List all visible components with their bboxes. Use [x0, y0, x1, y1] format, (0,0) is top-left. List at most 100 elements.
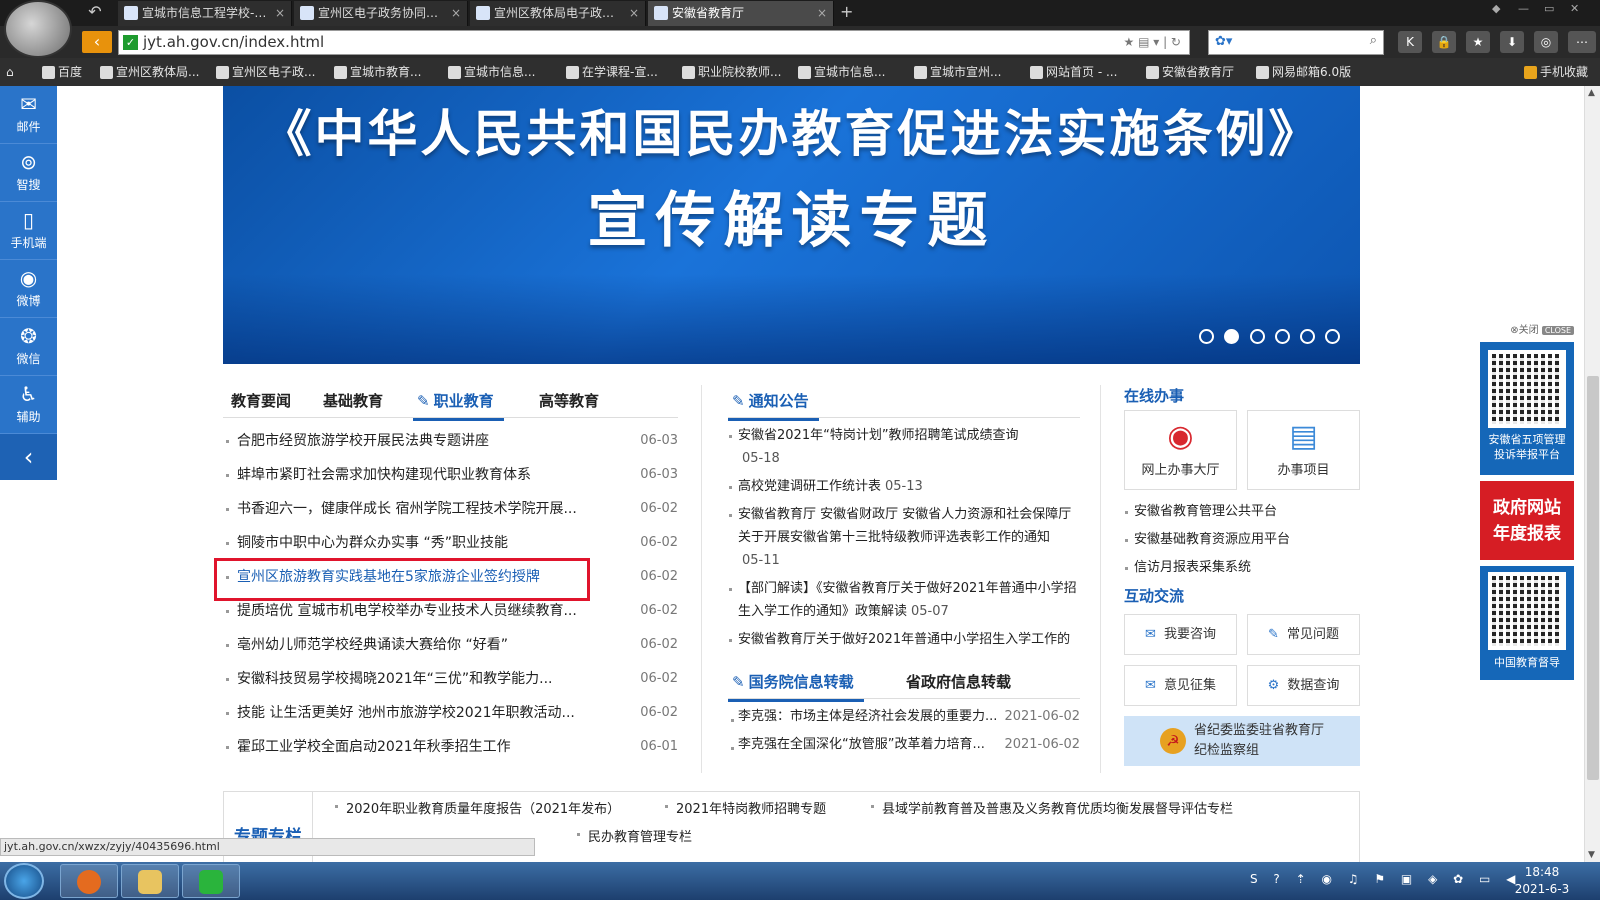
mobile-favorites[interactable]: 手机收藏 — [1522, 58, 1588, 86]
skin-icon[interactable]: ◆ — [1492, 2, 1500, 15]
news-item[interactable]: 蚌埠市紧盯社会需求加快构建现代职业教育体系 06-03 — [223, 458, 678, 492]
tab-vocational-education[interactable]: ✎ 职业教育 — [413, 390, 504, 421]
bookmark-item[interactable]: 宣城市信息... — [796, 58, 885, 86]
tab-xuancheng-info-school[interactable]: 宣城市信息工程学校-… × — [118, 1, 292, 26]
complaint-platform-qr[interactable]: 安徽省五项管理 投诉举报平台 — [1480, 342, 1574, 475]
scroll-up-icon[interactable]: ▲ — [1588, 88, 1595, 98]
sidebar-item-accessibility[interactable]: ♿ 辅助 — [0, 376, 57, 434]
bookmark-item[interactable]: 宣城市信息... — [446, 58, 535, 86]
lock-icon[interactable]: 🔒 — [1432, 31, 1456, 53]
sidebar-collapse-button[interactable]: ‹ — [0, 434, 57, 480]
discipline-inspection-link[interactable]: ☭ 省纪委监委驻省教育厅 纪检监察组 — [1124, 716, 1360, 766]
tab-anhui-edu[interactable]: 安徽省教育厅 × — [648, 1, 834, 26]
bookmark-item[interactable]: 宣城市宣州... — [912, 58, 1001, 86]
news-item[interactable]: 铜陵市中职中心为群众办实事 “秀”职业技能 06-02 — [223, 526, 678, 560]
news-item[interactable]: 合肥市经贸旅游学校开展民法典专题讲座 06-03 — [223, 424, 678, 458]
home-icon[interactable]: ⌂ — [6, 58, 14, 86]
special-topic-link[interactable]: 2020年职业教育质量年度报告（2021年发布） — [334, 798, 620, 817]
taskbar-explorer[interactable] — [121, 864, 179, 898]
tab-higher-education[interactable]: 高等教育 — [539, 390, 599, 411]
search-input[interactable]: ✿▾ ⌕ — [1208, 30, 1384, 55]
scroll-down-icon[interactable]: ▼ — [1588, 850, 1595, 860]
education-supervision-qr[interactable]: 中国教育督导 — [1480, 566, 1574, 680]
page-scrollbar[interactable]: ▲ ▼ — [1584, 86, 1600, 862]
tab-state-council[interactable]: ✎ 国务院信息转载 — [728, 671, 864, 702]
carousel-dot[interactable] — [1199, 329, 1215, 344]
panel-close-button[interactable]: ⊗关闭 CLOSE — [1480, 324, 1574, 338]
sidebar-item-weibo[interactable]: ◉ 微博 — [0, 260, 57, 318]
tab-close-icon[interactable]: × — [629, 1, 639, 25]
menu-icon[interactable]: ⋯ — [1568, 31, 1596, 53]
new-tab-button[interactable]: + — [840, 2, 853, 21]
bookmark-item[interactable]: 安徽省教育厅 — [1144, 58, 1234, 86]
close-window-icon[interactable]: ✕ — [1570, 2, 1579, 15]
sidebar-item-wechat[interactable]: ❂ 微信 — [0, 318, 57, 376]
bookmark-item[interactable]: 职业院校教师... — [680, 58, 781, 86]
undo-icon[interactable]: ↶ — [84, 2, 106, 22]
news-item[interactable]: 霍邱工业学校全面启动2021年秋季招生工作 06-01 — [223, 730, 678, 764]
special-topic-link[interactable]: 县域学前教育普及普惠及义务教育优质均衡发展督导评估专栏 — [870, 798, 1233, 817]
tab-xuanzhou-egov[interactable]: 宣州区电子政务协同… × — [294, 1, 468, 26]
bookmark-item[interactable]: 宣州区电子政... — [214, 58, 315, 86]
bookmark-item[interactable]: 网易邮箱6.0版 — [1254, 58, 1351, 86]
gov-info-item[interactable]: 李克强：市场主体是经济社会发展的重要力... 2021-06-02 — [728, 703, 1080, 731]
tab-close-icon[interactable]: × — [451, 1, 461, 25]
news-item[interactable]: 技能 让生活更美好 池州市旅游学校2021年职教活动... 06-02 — [223, 696, 678, 730]
tab-notices[interactable]: ✎ 通知公告 — [728, 390, 819, 421]
news-item[interactable]: 亳州幼儿师范学校经典诵读大赛给你 “好看” 06-02 — [223, 628, 678, 662]
tab-provincial-gov[interactable]: 省政府信息转载 — [906, 671, 1011, 692]
back-button[interactable]: ‹ — [82, 31, 112, 53]
notice-item[interactable]: 高校党建调研工作统计表 05-13 — [728, 475, 1080, 498]
carousel-dot[interactable] — [1224, 329, 1240, 344]
taskbar-wechat[interactable] — [182, 864, 240, 898]
special-topic-link[interactable]: 民办教育管理专栏 — [576, 826, 692, 845]
sidebar-item-search[interactable]: ⊚ 智搜 — [0, 144, 57, 202]
hero-banner[interactable]: 《中华人民共和国民办教育促进法实施条例》 宣传解读专题 — [223, 86, 1360, 364]
browser-logo[interactable] — [4, 0, 72, 58]
carousel-dot[interactable] — [1325, 329, 1340, 344]
tab-close-icon[interactable]: × — [817, 1, 827, 25]
notice-item[interactable]: 安徽省教育厅 安徽省财政厅 安徽省人力资源和社会保障厅关于开展安徽省第十三批特级… — [728, 503, 1080, 572]
k-icon[interactable]: K — [1398, 31, 1422, 53]
favorites-icon[interactable]: ★ — [1466, 31, 1490, 53]
tab-xuanzhou-edu[interactable]: 宣州区教体局电子政… × — [470, 1, 646, 26]
minimize-icon[interactable]: — — [1518, 2, 1529, 15]
data-query-button[interactable]: ⚙ 数据查询 — [1247, 665, 1360, 706]
news-item[interactable]: 安徽科技贸易学校揭晓2021年“三优”和教学能力... 06-02 — [223, 662, 678, 696]
faq-button[interactable]: ✎ 常见问题 — [1247, 614, 1360, 655]
consult-button[interactable]: ✉ 我要咨询 — [1124, 614, 1237, 655]
taskbar-clock[interactable]: 18:48 2021-6-3 — [1506, 864, 1578, 898]
bookmark-item[interactable]: 网站首页 - ... — [1028, 58, 1117, 86]
url-input[interactable]: ✓ jyt.ah.gov.cn/index.html ★ ▤ ▾ | ↻ — [118, 30, 1190, 55]
online-hall-button[interactable]: ◉ 网上办事大厅 — [1124, 410, 1237, 490]
opinion-button[interactable]: ✉ 意见征集 — [1124, 665, 1237, 706]
notice-item[interactable]: 安徽省2021年“特岗计划”教师招聘笔试成绩查询 05-18 — [728, 424, 1080, 470]
bookmark-item[interactable]: 宣城市教育... — [332, 58, 421, 86]
gov-info-item[interactable]: 李克强在全国深化“放管服”改革着力培育... 2021-06-02 — [728, 731, 1080, 759]
tab-basic-education[interactable]: 基础教育 — [323, 390, 383, 411]
restore-icon[interactable]: ▭ — [1544, 2, 1554, 15]
platform-link[interactable]: 安徽基础教育资源应用平台 — [1124, 526, 1360, 554]
sidebar-item-mobile[interactable]: ▯ 手机端 — [0, 202, 57, 260]
bookmark-item[interactable]: 在学课程-宣... — [564, 58, 658, 86]
carousel-dot[interactable] — [1299, 329, 1315, 344]
carousel-dot[interactable] — [1274, 329, 1290, 344]
start-button[interactable] — [4, 863, 44, 899]
annual-report-button[interactable]: 政府网站 年度报表 — [1480, 481, 1574, 560]
service-items-button[interactable]: ▤ 办事项目 — [1247, 410, 1360, 490]
search-engine-icon[interactable]: ✿▾ — [1215, 34, 1232, 49]
notice-item[interactable]: 安徽省教育厅关于做好2021年普通中小学招生入学工作的 — [728, 628, 1080, 651]
star-icon[interactable]: ★ ▤ ▾ | ↻ — [1124, 31, 1181, 54]
game-icon[interactable]: ◎ — [1534, 31, 1558, 53]
taskbar-browser[interactable] — [60, 864, 118, 898]
platform-link[interactable]: 安徽省教育管理公共平台 — [1124, 498, 1360, 526]
download-icon[interactable]: ⬇ — [1500, 31, 1524, 53]
news-item[interactable]: 书香迎六一，健康伴成长 宿州学院工程技术学院开展... 06-02 — [223, 492, 678, 526]
carousel-dot[interactable] — [1249, 329, 1265, 344]
tab-education-news[interactable]: 教育要闻 — [231, 390, 291, 411]
bookmark-item[interactable]: 宣州区教体局... — [98, 58, 199, 86]
tab-close-icon[interactable]: × — [275, 1, 285, 25]
system-tray-icons[interactable]: S ? ⇡ ◉ ♫ ⚑ ▣ ◈ ✿ ▭ ◀ — [1250, 872, 1521, 886]
sidebar-item-mail[interactable]: ✉ 邮件 — [0, 86, 57, 144]
platform-link[interactable]: 信访月报表采集系统 — [1124, 554, 1360, 582]
